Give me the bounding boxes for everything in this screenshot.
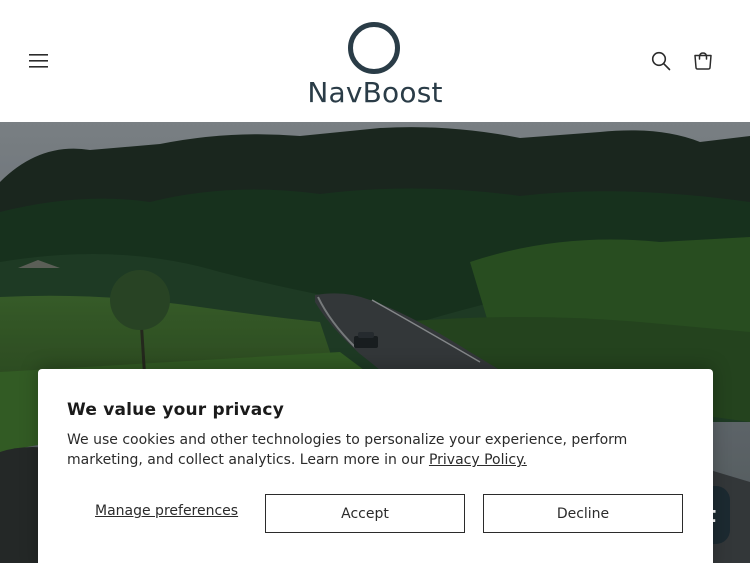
search-button[interactable] (648, 48, 674, 74)
logo-ring-icon (348, 22, 400, 74)
cart-button[interactable] (690, 48, 716, 74)
cookie-consent-banner: We value your privacy We use cookies and… (38, 369, 713, 563)
privacy-policy-link[interactable]: Privacy Policy. (429, 452, 527, 468)
decline-button[interactable]: Decline (483, 494, 683, 533)
hamburger-menu-icon (29, 54, 48, 68)
menu-button[interactable] (26, 48, 52, 74)
cookie-banner-text: We use cookies and other technologies to… (67, 430, 689, 470)
cookie-banner-title: We value your privacy (67, 400, 284, 420)
site-logo[interactable]: NavBoost (300, 18, 450, 112)
manage-preferences-link[interactable]: Manage preferences (95, 503, 238, 519)
cookie-banner-body: We use cookies and other technologies to… (67, 432, 628, 468)
search-icon (651, 51, 671, 71)
logo-text: NavBoost (307, 76, 443, 109)
site-header: NavBoost (0, 0, 750, 122)
accept-button[interactable]: Accept (265, 494, 465, 533)
cart-icon (694, 52, 712, 70)
